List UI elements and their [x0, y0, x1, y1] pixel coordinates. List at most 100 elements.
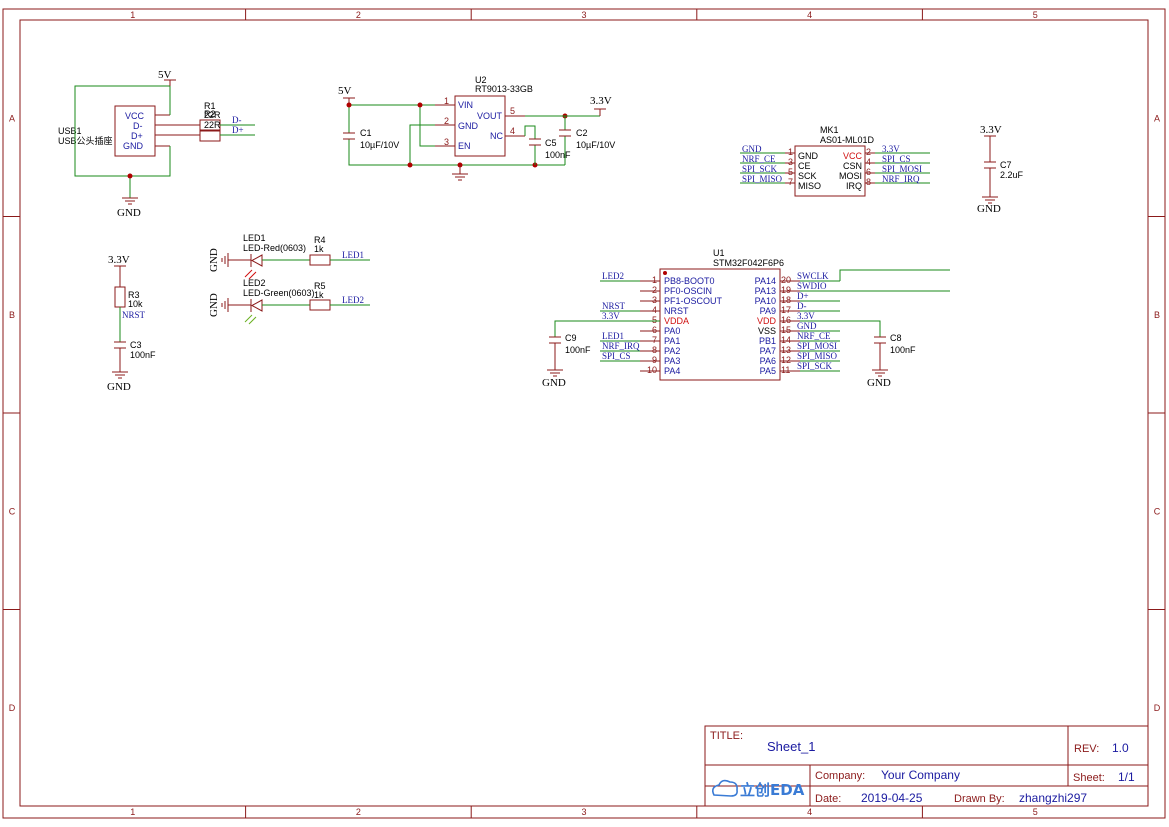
u1-pin-number: 19	[781, 285, 791, 295]
u1-pin-name: VDD	[757, 316, 777, 326]
u1-net-label: SPI_CS	[602, 351, 631, 361]
u1-net-label: NRF_IRQ	[602, 341, 640, 351]
svg-text:STM32F042F6P6: STM32F042F6P6	[713, 258, 784, 268]
zone-row-label: C	[9, 506, 16, 516]
svg-text:EN: EN	[458, 141, 471, 151]
schematic-sheet: 1122334455A AB BC CD D USB1 USB公头插座 VCC D- D…	[2, 8, 1166, 819]
capacitor-c1[interactable]: C1 10µF/10V	[343, 128, 399, 150]
usb-pin-dp: D+	[131, 131, 143, 141]
u1-pin-number: 9	[652, 355, 657, 365]
svg-text:3.3V: 3.3V	[590, 95, 612, 107]
c8-gnd-symbol: GND	[867, 369, 891, 389]
revision: 1.0	[1112, 741, 1129, 755]
u1-pin-number: 13	[781, 345, 791, 355]
mk1-pin-name: SCK	[798, 171, 817, 181]
zone-col-label: 1	[130, 10, 135, 20]
svg-text:C8: C8	[890, 333, 902, 343]
u1-net-label: SPI_MISO	[797, 351, 838, 361]
led1-group[interactable]: LED1 LED-Red(0603) GND R4 1k LED1	[208, 233, 370, 280]
zone-col-label: 4	[807, 10, 812, 20]
u1-pin-number: 17	[781, 305, 791, 315]
date: 2019-04-25	[861, 791, 923, 805]
u1-pin-name: PB1	[759, 336, 776, 346]
zone-row-label: A	[9, 113, 15, 123]
usb-value: USB公头插座	[58, 135, 113, 146]
usb-pin-gnd: GND	[123, 141, 144, 151]
mk1-net-label: NRF_IRQ	[882, 174, 920, 184]
u1-pin-number: 14	[781, 335, 791, 345]
capacitor-c7[interactable]: C7 2.2uF	[984, 160, 1024, 197]
capacitor-c2[interactable]: C2 10µF/10V	[559, 128, 615, 150]
svg-text:10k: 10k	[128, 299, 143, 309]
capacitor-c9[interactable]: C9 100nF	[549, 333, 591, 370]
u1-pin-name: PA4	[664, 366, 680, 376]
svg-text:立创EDA: 立创EDA	[740, 781, 805, 799]
svg-text:RT9013-33GB: RT9013-33GB	[475, 84, 533, 94]
sheet-title: Sheet_1	[767, 739, 815, 754]
svg-text:3.3V: 3.3V	[108, 254, 130, 266]
mk1-pin-name: GND	[798, 151, 819, 161]
zone-row-label: B	[1154, 310, 1160, 320]
u1-pin-number: 4	[652, 305, 657, 315]
usb-pin-dm: D-	[133, 121, 143, 131]
ldo-u2[interactable]: U2 RT9013-33GB VIN GND EN VOUT NC 1 2 3 …	[435, 75, 533, 157]
capacitor-c8[interactable]: C8 100nF	[874, 333, 916, 370]
svg-text:GND: GND	[107, 381, 131, 393]
reset-3v3-symbol: 3.3V	[108, 254, 130, 287]
u1-net-label: LED1	[602, 331, 624, 341]
u1-pin-number: 12	[781, 355, 791, 365]
u1-pin-number: 15	[781, 325, 791, 335]
reset-gnd-symbol: GND	[107, 371, 131, 393]
mk1-pin-number: 6	[866, 167, 871, 177]
mk1-pin-name: CSN	[843, 161, 862, 171]
zone-row-label: B	[9, 310, 15, 320]
mk1-pin-number: 8	[866, 177, 871, 187]
svg-text:GND: GND	[208, 293, 220, 317]
svg-text:LED2: LED2	[243, 278, 266, 288]
u1-pin-name: VSS	[758, 326, 776, 336]
u1-pin-name: NRST	[664, 306, 689, 316]
svg-text:LED-Green(0603): LED-Green(0603)	[243, 288, 315, 298]
mcu-u1[interactable]: U1 STM32F042F6P6 1 PB8-BOOT0 LED2 2 PF0-OSCI…	[600, 248, 840, 381]
c9-gnd-symbol: GND	[542, 369, 566, 389]
mk1-pin-number: 5	[788, 167, 793, 177]
svg-text:GND: GND	[542, 377, 566, 389]
resistor-r3[interactable]: R3 10k	[114, 286, 143, 309]
svg-text:Company:: Company:	[815, 770, 865, 782]
mk1-pin-number: 1	[788, 147, 793, 157]
svg-text:1k: 1k	[314, 244, 324, 254]
junction	[127, 173, 133, 179]
u1-net-label: SPI_MOSI	[797, 341, 837, 351]
u1-pin-name: VDDA	[664, 316, 689, 326]
ldo-5v-symbol: 5V	[338, 85, 355, 105]
usb-gnd-symbol: GND	[117, 197, 141, 219]
sheet-number: 1/1	[1118, 770, 1135, 784]
u1-net-label: 3.3V	[797, 311, 815, 321]
mk1-pin-number: 2	[866, 147, 871, 157]
u1-pin-name: PA2	[664, 346, 680, 356]
u1-net-label: D+	[797, 291, 809, 301]
u1-pin-name: PA6	[760, 356, 776, 366]
capacitor-c3[interactable]: C3 100nF	[114, 340, 156, 372]
u1-pin-number: 2	[652, 285, 657, 295]
zone-col-label: 2	[356, 10, 361, 20]
u1-net-label: D-	[797, 301, 807, 311]
zone-col-label: 3	[581, 807, 586, 817]
rf-module-mk1[interactable]: MK1 AS01-ML01D 1 GND GND 3 CE NRF_CE 5 SCK SPI_S…	[740, 125, 930, 197]
zone-col-label: 5	[1033, 807, 1038, 817]
u1-pin-name: PF1-OSCOUT	[664, 296, 723, 306]
mk1-pin-name: VCC	[843, 151, 863, 161]
svg-text:MK1: MK1	[820, 125, 839, 135]
u1-pin-number: 6	[652, 325, 657, 335]
svg-text:R2: R2	[204, 109, 216, 119]
u1-pin-name: PA13	[755, 286, 776, 296]
usb-connector[interactable]: USB1 USB公头插座 VCC D- D+ GND	[58, 105, 200, 157]
svg-text:5: 5	[510, 106, 515, 116]
u1-net-label: GND	[797, 321, 817, 331]
svg-text:GND: GND	[117, 207, 141, 219]
ldo-33v-symbol: 3.3V	[590, 95, 612, 116]
svg-text:22R: 22R	[204, 120, 221, 130]
led2-group[interactable]: LED2 LED-Green(0603) GND R5 1k LED2	[208, 278, 370, 325]
u1-pin-name: PA1	[664, 336, 680, 346]
mk1-pin-name: MISO	[798, 181, 821, 191]
